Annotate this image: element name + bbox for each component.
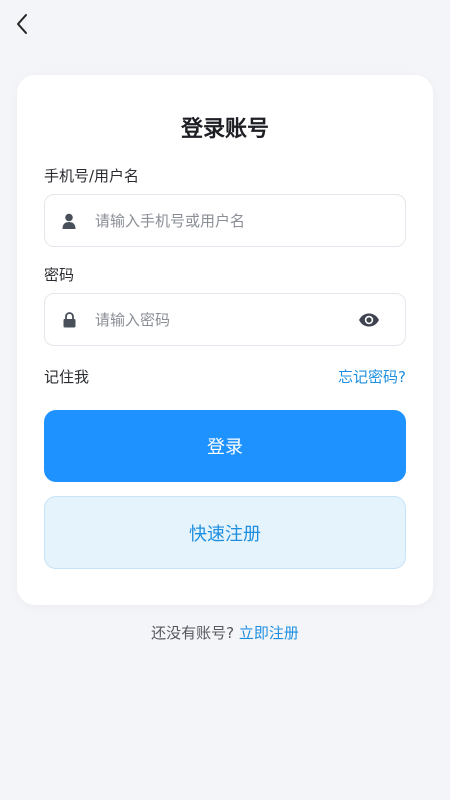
- register-now-link[interactable]: 立即注册: [239, 624, 299, 642]
- show-password-toggle[interactable]: [357, 309, 381, 331]
- register-prompt-text: 还没有账号?: [151, 624, 235, 642]
- password-label: 密码: [44, 266, 75, 284]
- quick-register-button[interactable]: 快速注册: [44, 496, 406, 569]
- login-page: 登录账号 手机号/用户名 密码: [0, 0, 450, 800]
- register-prompt: 还没有账号? 立即注册: [0, 622, 450, 643]
- username-field-box: [44, 194, 406, 247]
- login-button[interactable]: 登录: [44, 410, 406, 482]
- chevron-left-icon: [17, 14, 27, 34]
- lock-icon: [61, 310, 77, 330]
- username-input[interactable]: [95, 195, 345, 246]
- password-field-box: [44, 293, 406, 346]
- user-icon: [61, 211, 77, 231]
- remember-me-option[interactable]: 记住我: [44, 366, 89, 387]
- password-input[interactable]: [95, 294, 345, 345]
- username-label: 手机号/用户名: [44, 167, 140, 185]
- forgot-password-link[interactable]: 忘记密码?: [338, 366, 406, 387]
- page-title: 登录账号: [180, 117, 269, 142]
- login-card: 登录账号 手机号/用户名 密码: [17, 75, 433, 605]
- eye-icon: [359, 313, 379, 327]
- back-button[interactable]: [8, 10, 36, 38]
